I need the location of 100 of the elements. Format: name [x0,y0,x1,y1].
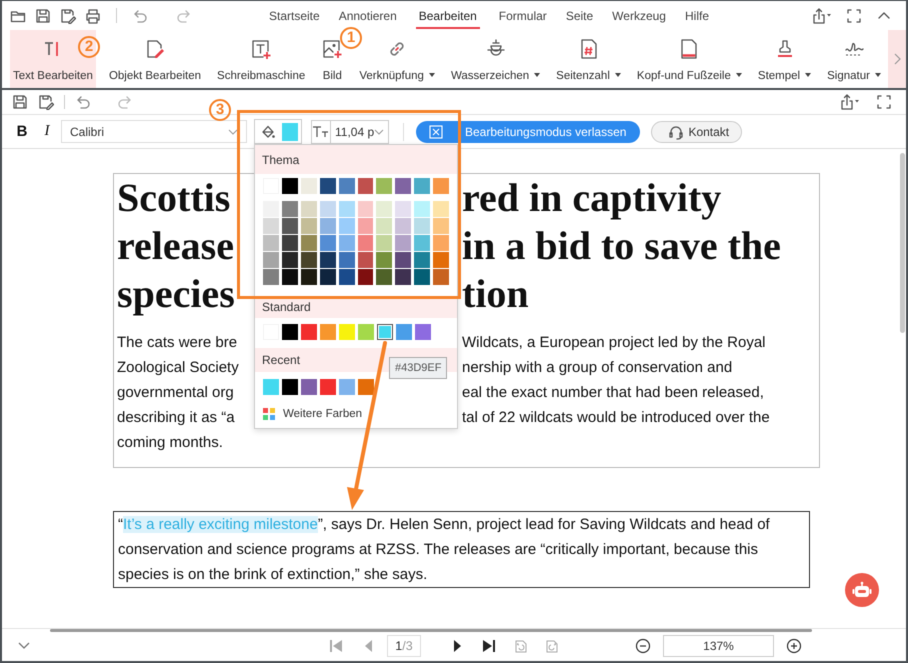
ribbon-tool-button[interactable]: Objekt Bearbeiten [106,30,204,88]
save-icon[interactable] [35,8,51,24]
color-swatch[interactable] [300,235,317,251]
color-swatch[interactable] [395,252,412,268]
color-swatch[interactable] [433,178,450,194]
scrollbar-thumb[interactable] [50,629,812,632]
ribbon-tool-button[interactable]: Wasserzeichen [448,30,544,88]
page-number-field[interactable]: 1/3 [387,635,421,657]
menu-tab[interactable]: Bearbeiten [416,4,480,28]
color-swatch[interactable] [414,201,430,217]
color-swatch[interactable] [339,379,355,395]
menu-tab[interactable]: Formular [498,4,547,28]
color-swatch[interactable] [376,269,392,285]
redo-icon[interactable] [117,94,133,110]
text-color-button[interactable] [254,119,302,144]
ribbon-tool-button[interactable]: Signatur [824,30,884,88]
save-icon[interactable] [12,94,28,110]
contact-button[interactable]: Kontakt [651,120,742,142]
color-swatch[interactable] [300,218,317,234]
color-swatch[interactable] [300,252,317,268]
fullscreen-icon[interactable] [876,94,892,110]
undo-icon[interactable] [75,94,91,110]
color-swatch[interactable] [338,218,355,234]
color-swatch[interactable] [358,379,374,395]
color-swatch[interactable] [320,235,336,251]
color-swatch[interactable] [282,379,298,395]
color-swatch[interactable] [282,235,298,251]
color-swatch[interactable] [320,269,336,285]
ribbon-tool-button[interactable]: Stempel [754,30,814,88]
print-icon[interactable] [85,8,101,24]
font-field[interactable]: Calibri [61,120,247,143]
color-swatch[interactable] [358,269,374,285]
color-swatch[interactable] [395,178,412,194]
color-swatch[interactable] [433,269,450,285]
color-swatch[interactable] [263,218,279,234]
color-swatch[interactable] [377,324,393,340]
italic-button[interactable]: I [36,123,58,140]
fullscreen-icon[interactable] [846,8,862,24]
ribbon-tool-button[interactable]: Kopf-und Fußzeile [634,30,745,88]
bold-button[interactable]: B [11,123,33,140]
zoom-out-icon[interactable] [635,638,651,654]
share-icon[interactable] [840,94,860,110]
more-colors-button[interactable]: Weitere Farben [255,407,368,421]
color-swatch[interactable] [338,269,355,285]
share-icon[interactable] [812,8,832,24]
color-swatch[interactable] [358,201,374,217]
color-swatch[interactable] [320,324,336,340]
color-swatch[interactable] [300,178,317,194]
color-swatch[interactable] [376,178,392,194]
color-swatch[interactable] [414,252,430,268]
color-swatch[interactable] [414,269,430,285]
color-swatch[interactable] [414,235,430,251]
menu-tab[interactable]: Startseite [269,4,320,28]
color-swatch[interactable] [433,201,450,217]
color-swatch[interactable] [395,218,412,234]
color-swatch[interactable] [358,235,374,251]
color-swatch[interactable] [433,218,450,234]
color-swatch[interactable] [300,201,317,217]
color-swatch[interactable] [395,269,412,285]
save-edit-icon[interactable] [38,94,54,110]
color-swatch[interactable] [263,269,279,285]
color-swatch[interactable] [320,178,336,194]
color-swatch[interactable] [338,201,355,217]
save-edit-icon[interactable] [60,8,76,24]
color-swatch[interactable] [338,178,355,194]
color-swatch[interactable] [320,201,336,217]
color-swatch[interactable] [376,218,392,234]
menu-tab[interactable]: Werkzeug [612,4,666,28]
color-swatch[interactable] [376,252,392,268]
chevron-down-icon[interactable] [18,642,30,650]
color-swatch[interactable] [320,379,336,395]
color-swatch[interactable] [263,252,279,268]
color-swatch[interactable] [338,235,355,251]
color-swatch[interactable] [263,201,279,217]
color-swatch[interactable] [320,252,336,268]
zoom-field[interactable]: 137% [663,635,774,657]
color-swatch[interactable] [263,235,279,251]
color-swatch[interactable] [414,178,430,194]
color-swatch[interactable] [301,324,317,340]
color-swatch[interactable] [433,252,450,268]
color-swatch[interactable] [282,201,298,217]
color-swatch[interactable] [433,235,450,251]
menu-tab[interactable]: Hilfe [684,4,709,28]
redo-icon[interactable] [176,8,192,24]
color-swatch[interactable] [395,201,412,217]
color-swatch[interactable] [282,252,298,268]
color-swatch[interactable] [282,324,298,340]
color-swatch[interactable] [339,324,355,340]
undo-icon[interactable] [132,8,148,24]
color-swatch[interactable] [282,178,298,194]
color-swatch[interactable] [396,324,412,340]
color-swatch[interactable] [358,178,374,194]
scrollbar-thumb[interactable] [900,153,905,333]
color-swatch[interactable] [358,218,374,234]
image-add-icon[interactable] [321,38,344,60]
ribbon-tool-button[interactable]: Schreibmaschine [214,30,308,88]
color-swatch[interactable] [358,252,374,268]
color-swatch[interactable] [282,269,298,285]
color-swatch[interactable] [338,252,355,268]
exit-edit-mode-button[interactable]: Bearbeitungsmodus verlassen [416,120,640,142]
